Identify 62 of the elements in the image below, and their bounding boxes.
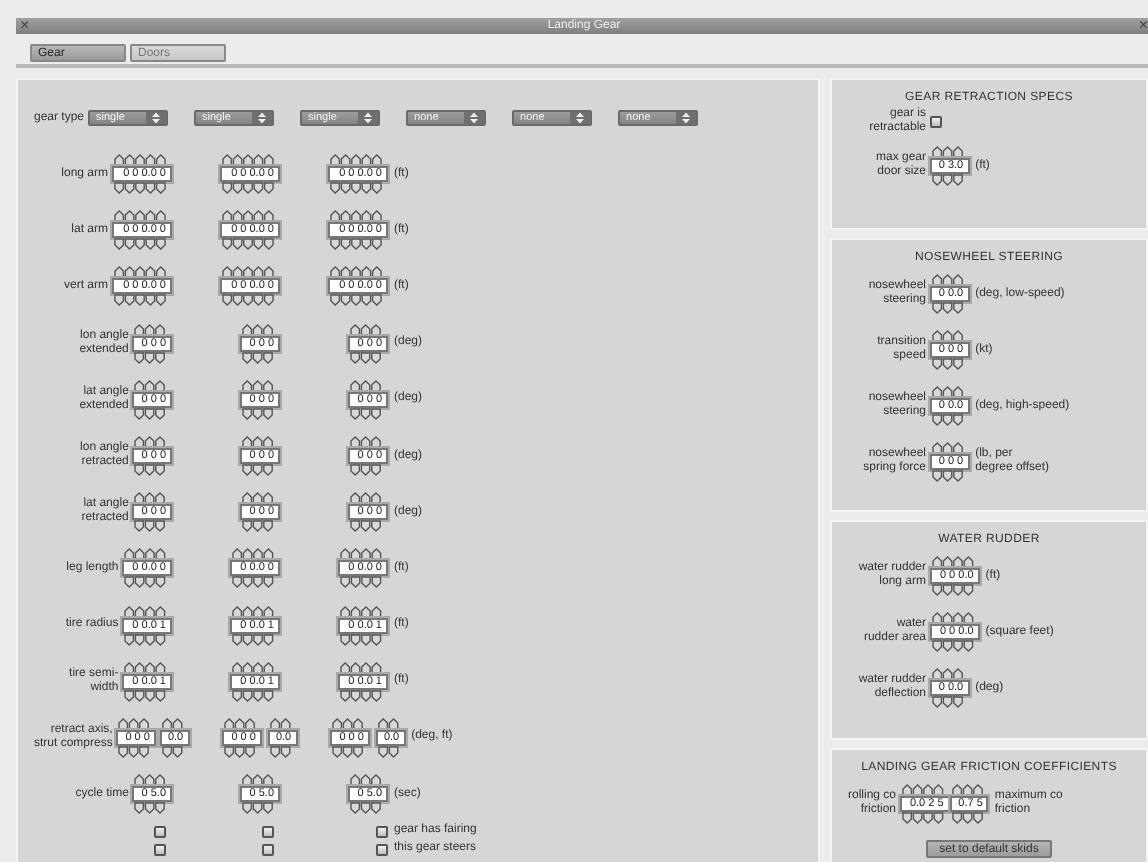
down-arrows-icon[interactable]: [162, 745, 186, 758]
down-arrows-icon[interactable]: [350, 407, 384, 420]
down-arrows-icon[interactable]: [340, 689, 384, 702]
down-arrows-icon[interactable]: [350, 520, 384, 533]
down-arrows-icon[interactable]: [332, 745, 366, 758]
down-arrows-icon[interactable]: [242, 520, 276, 533]
down-arrows-icon[interactable]: [134, 520, 168, 533]
down-arrows-icon[interactable]: [242, 351, 276, 364]
down-arrows-icon[interactable]: [114, 238, 168, 251]
updown-caret-icon: [470, 112, 479, 124]
down-arrows-icon[interactable]: [242, 802, 276, 815]
down-arrows-icon[interactable]: [378, 745, 402, 758]
down-arrows-icon[interactable]: [340, 633, 384, 646]
down-arrows-icon[interactable]: [134, 351, 168, 364]
down-arrows-icon[interactable]: [330, 294, 384, 307]
checkbox[interactable]: [262, 843, 274, 856]
down-arrows-icon[interactable]: [932, 470, 966, 482]
down-arrows-icon[interactable]: [242, 407, 276, 420]
down-arrows-icon[interactable]: [270, 745, 294, 758]
down-arrows-icon[interactable]: [114, 294, 168, 307]
down-arrows-icon[interactable]: [124, 633, 168, 646]
down-arrows-icon[interactable]: [932, 640, 976, 652]
down-arrows-icon[interactable]: [340, 576, 384, 589]
down-arrows-icon[interactable]: [224, 745, 258, 758]
checkbox[interactable]: [376, 825, 388, 838]
down-arrows-icon[interactable]: [330, 182, 384, 195]
checkbox[interactable]: [376, 843, 388, 856]
down-arrows-icon[interactable]: [232, 689, 276, 702]
down-arrows-icon[interactable]: [932, 302, 966, 314]
down-arrows-icon[interactable]: [124, 689, 168, 702]
down-arrows-icon[interactable]: [222, 294, 276, 307]
down-arrows-icon[interactable]: [118, 745, 152, 758]
down-arrows-icon[interactable]: [932, 174, 966, 186]
down-arrows-icon[interactable]: [222, 182, 276, 195]
down-arrows-icon[interactable]: [232, 576, 276, 589]
updown-caret-icon: [364, 112, 373, 124]
down-arrows-icon[interactable]: [232, 633, 276, 646]
down-arrows-icon[interactable]: [222, 238, 276, 251]
down-arrows-icon[interactable]: [114, 182, 168, 195]
down-arrows-icon[interactable]: [932, 696, 966, 708]
updown-caret-icon: [152, 112, 161, 124]
down-arrows-icon[interactable]: [134, 802, 168, 815]
down-arrows-icon[interactable]: [932, 584, 976, 596]
updown-caret-icon: [258, 112, 267, 124]
down-arrows-icon[interactable]: [932, 358, 966, 370]
down-arrows-icon[interactable]: [951, 812, 985, 824]
down-arrows-icon[interactable]: [330, 238, 384, 251]
down-arrows-icon[interactable]: [124, 576, 168, 589]
down-arrows-icon[interactable]: [134, 407, 168, 420]
checkbox[interactable]: [930, 116, 942, 128]
updown-caret-icon: [682, 112, 691, 124]
down-arrows-icon[interactable]: [134, 464, 168, 477]
down-arrows-icon[interactable]: [350, 464, 384, 477]
checkbox[interactable]: [262, 825, 274, 838]
down-arrows-icon[interactable]: [350, 351, 384, 364]
checkbox[interactable]: [154, 843, 166, 856]
checkbox[interactable]: [154, 825, 166, 838]
down-arrows-icon[interactable]: [350, 802, 384, 815]
down-arrows-icon[interactable]: [902, 812, 946, 824]
down-arrows-icon[interactable]: [932, 414, 966, 426]
down-arrows-icon[interactable]: [242, 464, 276, 477]
updown-caret-icon: [576, 112, 585, 124]
